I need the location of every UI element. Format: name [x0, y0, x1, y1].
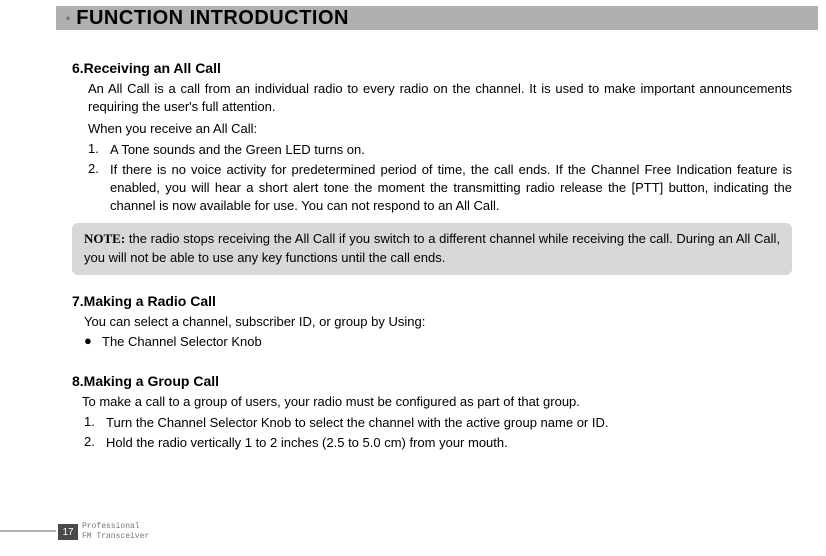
section-8-list: 1. Turn the Channel Selector Knob to sel… [84, 414, 792, 452]
list-text: Turn the Channel Selector Knob to select… [106, 414, 792, 432]
footer-rule [0, 530, 56, 532]
section-header-bar: ◦ FUNCTION INTRODUCTION [56, 6, 818, 30]
list-item: 2. If there is no voice activity for pre… [88, 161, 792, 216]
list-item: 1. A Tone sounds and the Green LED turns… [88, 141, 792, 159]
list-text: Hold the radio vertically 1 to 2 inches … [106, 434, 792, 452]
content-area: 6.Receiving an All Call An All Call is a… [72, 50, 792, 452]
note-label: NOTE: [84, 231, 125, 246]
page-number: 17 [58, 524, 78, 540]
list-item: 1. Turn the Channel Selector Knob to sel… [84, 414, 792, 432]
note-text: the radio stops receiving the All Call i… [84, 231, 780, 265]
page: ◦ FUNCTION INTRODUCTION 6.Receiving an A… [0, 0, 826, 556]
section-8: 8.Making a Group Call To make a call to … [72, 373, 792, 452]
section-6-heading: 6.Receiving an All Call [72, 60, 792, 76]
bullet-icon: ● [84, 333, 102, 348]
section-8-heading: 8.Making a Group Call [72, 373, 792, 389]
list-number: 2. [88, 161, 110, 176]
section-8-intro: To make a call to a group of users, your… [82, 393, 792, 411]
list-text: If there is no voice activity for predet… [110, 161, 792, 216]
note-box: NOTE: the radio stops receiving the All … [72, 223, 792, 275]
section-6-list: 1. A Tone sounds and the Green LED turns… [88, 141, 792, 216]
section-header-title: FUNCTION INTRODUCTION [76, 7, 349, 30]
list-text: The Channel Selector Knob [102, 333, 792, 351]
list-number: 1. [88, 141, 110, 156]
section-7-list: ● The Channel Selector Knob [84, 333, 792, 351]
list-item: ● The Channel Selector Knob [84, 333, 792, 351]
section-7-intro: You can select a channel, subscriber ID,… [84, 313, 792, 331]
footer-line-1: Professional [82, 522, 140, 531]
section-7: 7.Making a Radio Call You can select a c… [72, 293, 792, 351]
section-6: 6.Receiving an All Call An All Call is a… [72, 60, 792, 275]
list-number: 2. [84, 434, 106, 449]
footer-text: Professional FM Transceiver [82, 522, 149, 541]
section-6-when: When you receive an All Call: [88, 120, 792, 138]
footer-line-2: FM Transceiver [82, 532, 149, 541]
list-item: 2. Hold the radio vertically 1 to 2 inch… [84, 434, 792, 452]
list-number: 1. [84, 414, 106, 429]
header-bullet-icon: ◦ [66, 11, 70, 25]
section-6-intro: An All Call is a call from an individual… [88, 80, 792, 116]
section-7-heading: 7.Making a Radio Call [72, 293, 792, 309]
list-text: A Tone sounds and the Green LED turns on… [110, 141, 792, 159]
